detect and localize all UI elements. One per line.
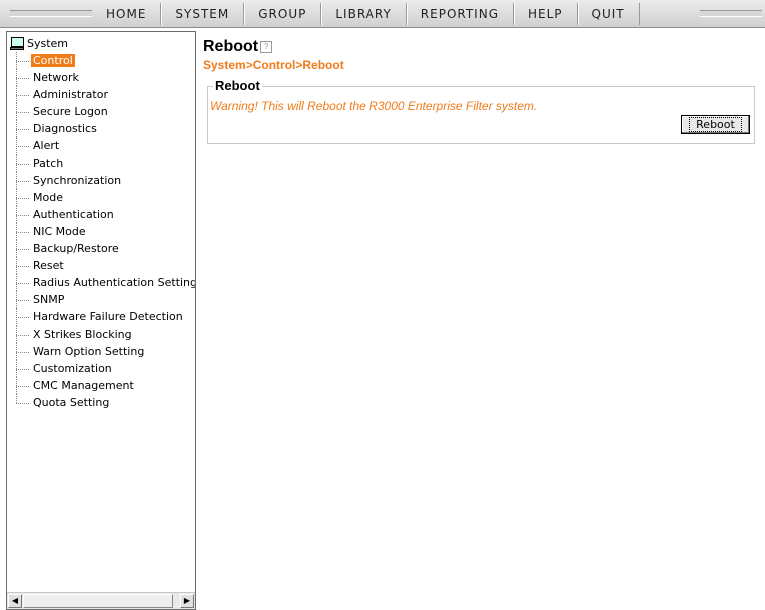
nav-reporting[interactable]: REPORTING: [405, 3, 513, 25]
reboot-button-label: Reboot: [689, 117, 742, 132]
reboot-button[interactable]: Reboot: [681, 115, 750, 134]
scrollbar-thumb[interactable]: [23, 594, 173, 608]
sidebar-item-hardware-failure-detection[interactable]: Hardware Failure Detection: [10, 308, 195, 326]
breadcrumb: System>Control>Reboot: [203, 58, 344, 72]
sidebar-item-radius-authentication-setting[interactable]: Radius Authentication Setting: [10, 274, 195, 292]
nav-quit[interactable]: QUIT: [576, 3, 640, 25]
sidebar-item-alert[interactable]: Alert: [10, 137, 195, 155]
scroll-right-icon[interactable]: ▶: [180, 594, 194, 608]
scroll-left-icon[interactable]: ◀: [8, 594, 22, 608]
sidebar-item-administrator[interactable]: Administrator: [10, 86, 195, 104]
sidebar-item-secure-logon[interactable]: Secure Logon: [10, 103, 195, 121]
top-navigation-bar: HOME SYSTEM GROUP LIBRARY REPORTING HELP…: [0, 0, 765, 28]
sidebar-tree-panel: System Control Network Administrator Sec…: [6, 31, 196, 610]
nav-group[interactable]: GROUP: [243, 3, 320, 25]
sidebar-item-synchronization[interactable]: Synchronization: [10, 171, 195, 189]
sidebar-item-cmc-management[interactable]: CMC Management: [10, 376, 195, 394]
main-content: Reboot ? System>Control>Reboot Reboot Wa…: [203, 38, 755, 144]
fieldset-legend: Reboot: [213, 78, 262, 93]
tree-root-system[interactable]: System: [10, 35, 195, 52]
nav-bar-left-ornament: [10, 10, 92, 17]
main-menu: HOME SYSTEM GROUP LIBRARY REPORTING HELP…: [92, 3, 640, 25]
nav-home[interactable]: HOME: [92, 3, 160, 25]
nav-bar-right-ornament: [700, 10, 762, 17]
page-title: Reboot ?: [203, 38, 344, 56]
sidebar-horizontal-scrollbar[interactable]: ◀ ▶: [7, 592, 195, 609]
sidebar-item-patch[interactable]: Patch: [10, 154, 195, 172]
nav-help[interactable]: HELP: [513, 3, 577, 25]
sidebar-item-x-strikes-blocking[interactable]: X Strikes Blocking: [10, 325, 195, 343]
nav-system[interactable]: SYSTEM: [160, 3, 243, 25]
help-icon[interactable]: ?: [260, 41, 273, 53]
computer-icon: [10, 37, 24, 50]
nav-library[interactable]: LIBRARY: [320, 3, 405, 25]
sidebar-item-warn-option-setting[interactable]: Warn Option Setting: [10, 342, 195, 360]
sidebar-item-backup-restore[interactable]: Backup/Restore: [10, 240, 195, 258]
sidebar-item-mode[interactable]: Mode: [10, 188, 195, 206]
sidebar-item-authentication[interactable]: Authentication: [10, 205, 195, 224]
system-tree: System Control Network Administrator Sec…: [10, 35, 195, 411]
sidebar-item-nic-mode[interactable]: NIC Mode: [10, 222, 195, 241]
sidebar-item-diagnostics[interactable]: Diagnostics: [10, 120, 195, 138]
sidebar-item-quota-setting[interactable]: Quota Setting: [10, 393, 195, 411]
page-title-text: Reboot: [203, 38, 259, 55]
sidebar-item-control[interactable]: Control: [10, 52, 195, 70]
sidebar-item-reset[interactable]: Reset: [10, 257, 195, 275]
sidebar-item-customization[interactable]: Customization: [10, 359, 195, 377]
tree-root-label: System: [27, 37, 69, 50]
sidebar-item-network[interactable]: Network: [10, 69, 195, 87]
reboot-fieldset: Reboot Warning! This will Reboot the R30…: [207, 78, 755, 144]
warning-message: Warning! This will Reboot the R3000 Ente…: [210, 99, 538, 113]
sidebar-item-snmp[interactable]: SNMP: [10, 291, 195, 309]
